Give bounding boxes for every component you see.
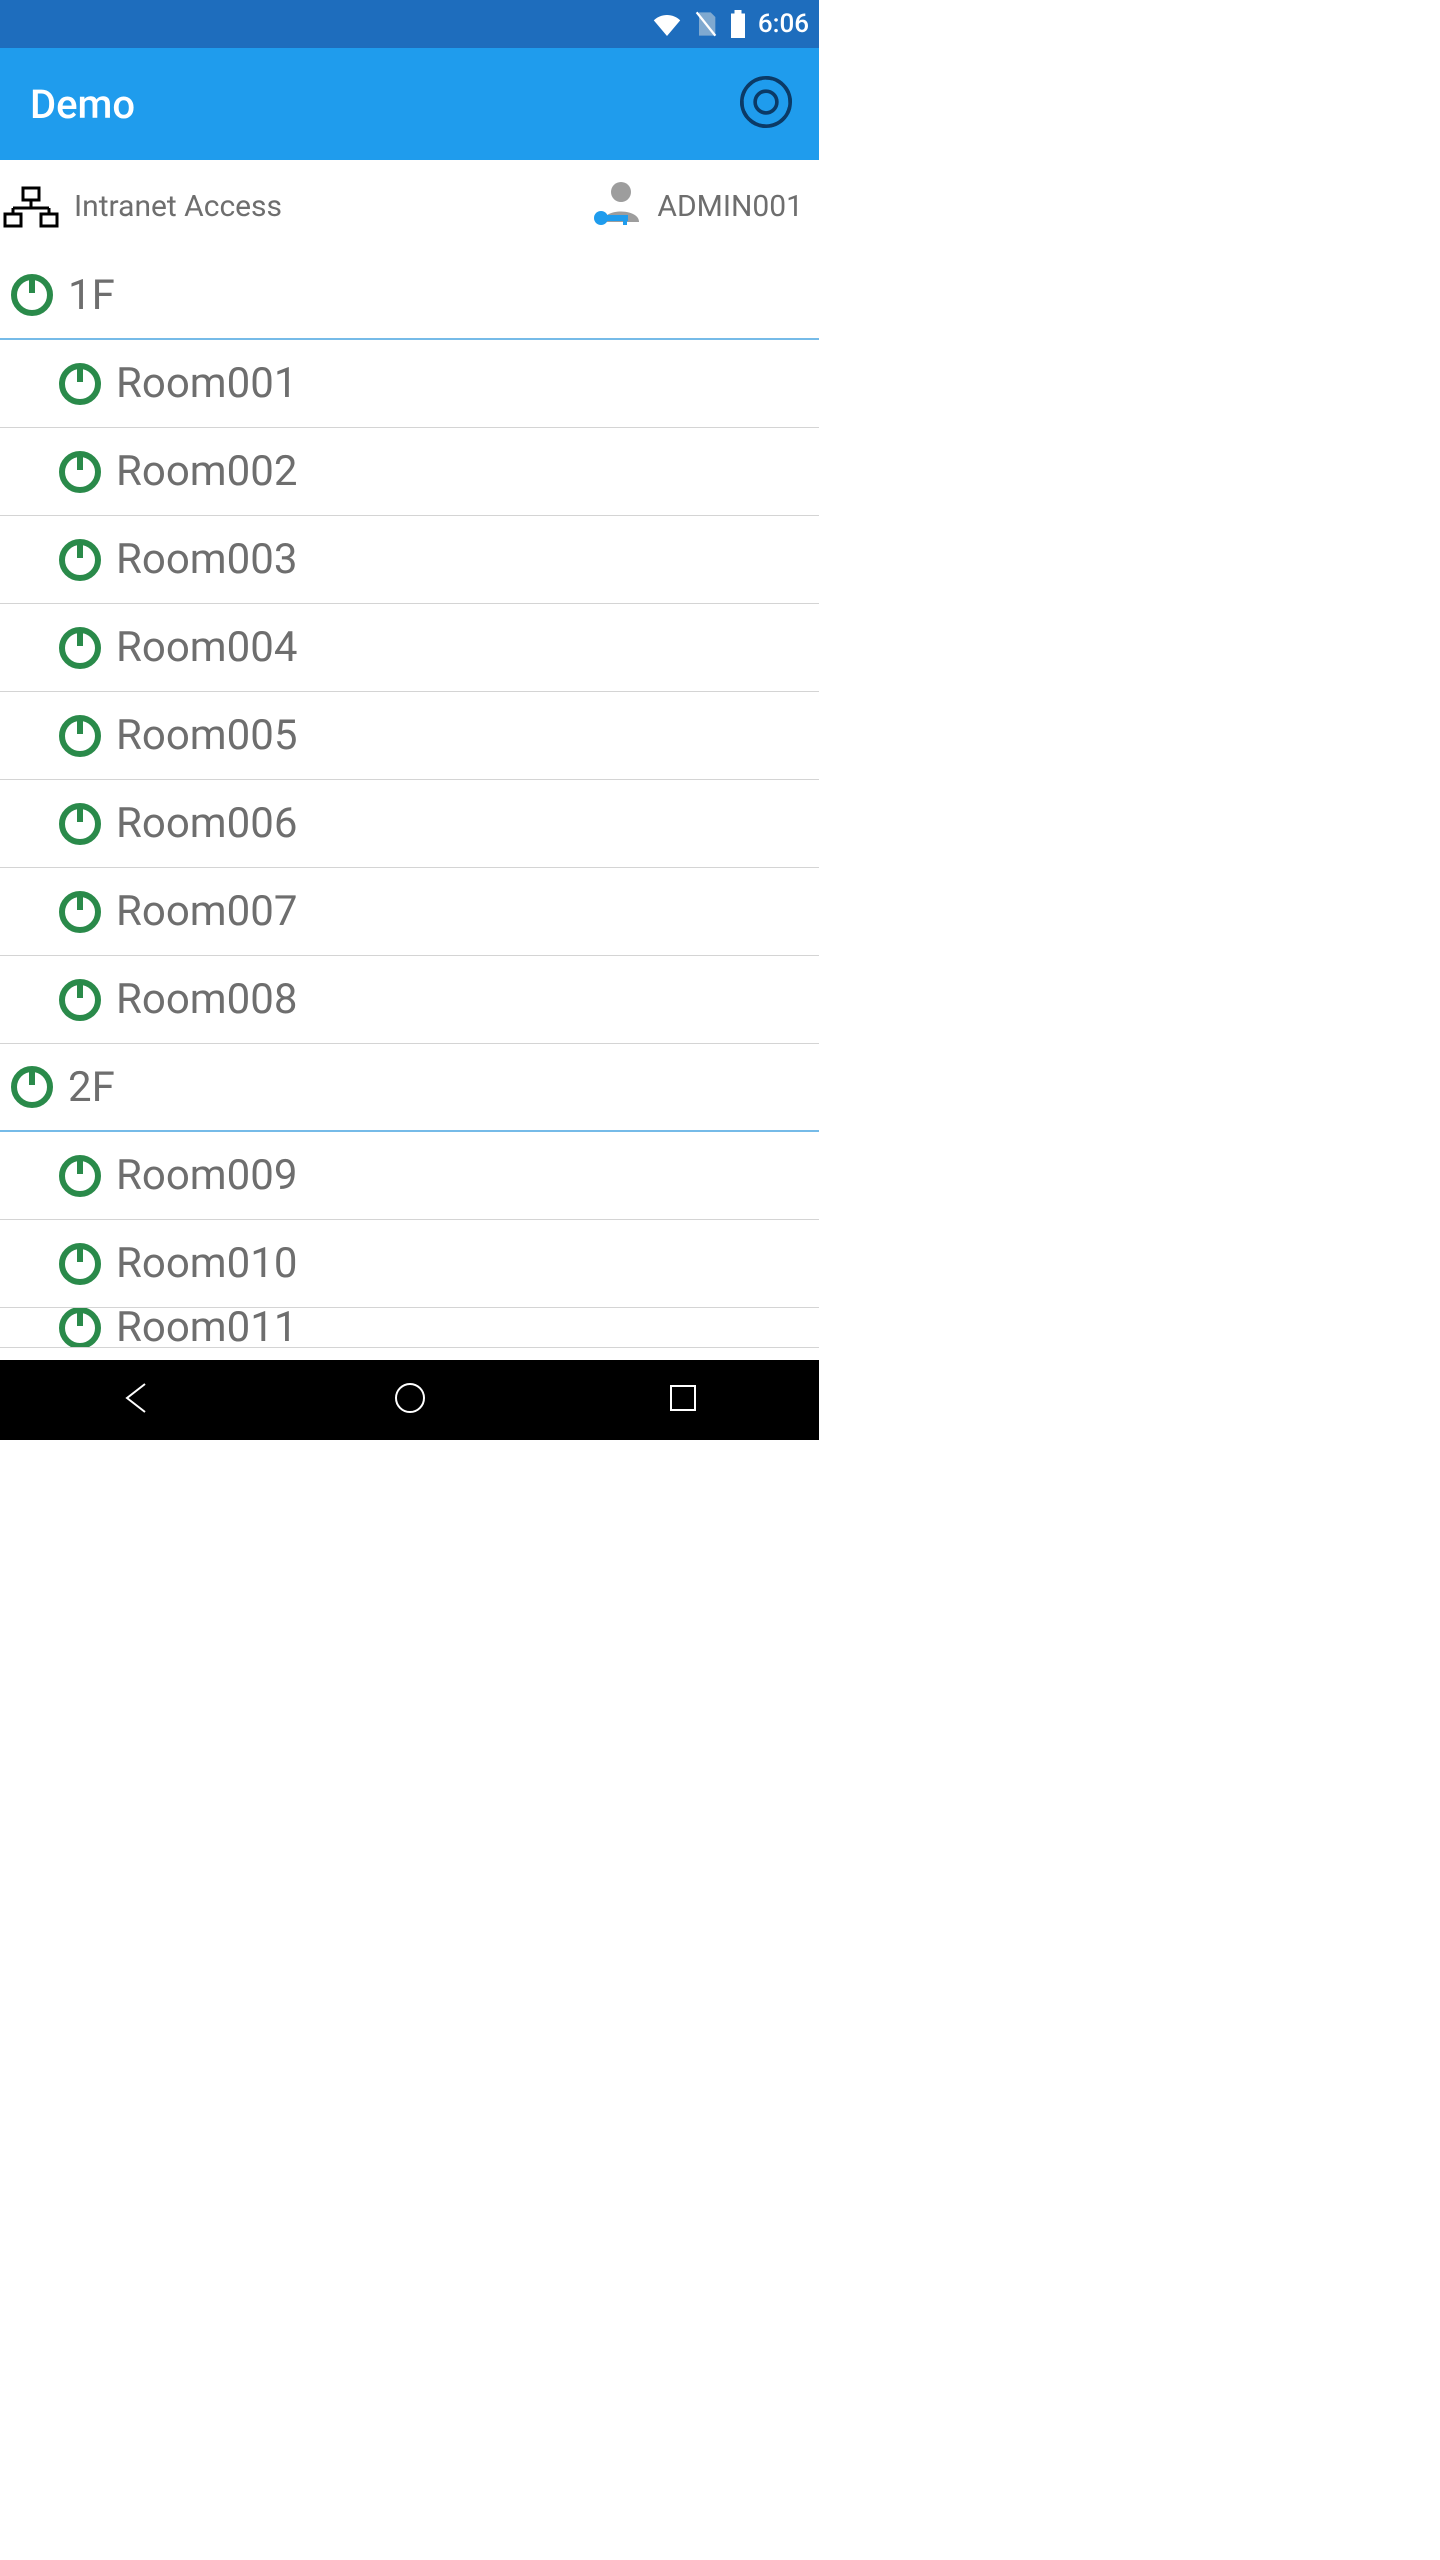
floor-row[interactable]: 1F (0, 252, 819, 340)
back-button[interactable] (77, 1370, 197, 1430)
room-list[interactable]: 1F Room001 Room002 Room003 Room004 Room0… (0, 252, 819, 1360)
room-label: Room003 (116, 535, 297, 584)
room-row[interactable]: Room002 (0, 428, 819, 516)
info-row: Intranet Access ADMIN001 (0, 160, 819, 252)
room-row[interactable]: Room008 (0, 956, 819, 1044)
power-icon (56, 1240, 104, 1288)
power-icon (56, 448, 104, 496)
status-icons: 6:06 (652, 9, 809, 39)
user-info: ADMIN001 (589, 176, 803, 236)
power-icon (56, 1308, 104, 1348)
floor-row[interactable]: 2F (0, 1044, 819, 1132)
power-icon (8, 1063, 56, 1111)
status-clock: 6:06 (758, 9, 809, 39)
power-icon (56, 888, 104, 936)
gear-icon (737, 73, 795, 135)
status-bar: 6:06 (0, 0, 819, 48)
power-icon (56, 360, 104, 408)
room-label: Room009 (116, 1151, 297, 1200)
app-bar: Demo (0, 48, 819, 160)
power-icon (56, 800, 104, 848)
back-icon (119, 1380, 155, 1420)
room-row[interactable]: Room010 (0, 1220, 819, 1308)
recents-icon (667, 1382, 699, 1418)
battery-icon (730, 10, 746, 38)
room-label: Room002 (116, 447, 297, 496)
room-label: Room006 (116, 799, 297, 848)
power-icon (8, 271, 56, 319)
power-icon (56, 976, 104, 1024)
room-label: Room010 (116, 1239, 297, 1288)
room-row[interactable]: Room007 (0, 868, 819, 956)
room-row[interactable]: Room001 (0, 340, 819, 428)
floor-label: 2F (68, 1063, 115, 1112)
room-row[interactable]: Room004 (0, 604, 819, 692)
room-label: Room005 (116, 711, 297, 760)
network-icon (0, 184, 62, 228)
nav-bar (0, 1360, 819, 1440)
room-label: Room004 (116, 623, 297, 672)
no-sim-icon (694, 10, 718, 38)
room-label: Room001 (116, 359, 297, 408)
room-row[interactable]: Room011 (0, 1308, 819, 1348)
power-icon (56, 1152, 104, 1200)
power-icon (56, 624, 104, 672)
user-label: ADMIN001 (657, 189, 803, 224)
room-row[interactable]: Room009 (0, 1132, 819, 1220)
network-label: Intranet Access (74, 189, 282, 224)
floor-label: 1F (68, 271, 115, 320)
room-row[interactable]: Room005 (0, 692, 819, 780)
recents-button[interactable] (623, 1370, 743, 1430)
room-label: Room011 (116, 1308, 297, 1348)
wifi-icon (652, 12, 682, 36)
home-button[interactable] (350, 1370, 470, 1430)
room-label: Room008 (116, 975, 297, 1024)
home-icon (392, 1380, 428, 1420)
power-icon (56, 712, 104, 760)
user-key-icon (589, 176, 645, 236)
room-row[interactable]: Room006 (0, 780, 819, 868)
app-title: Demo (30, 81, 135, 128)
settings-button[interactable] (731, 69, 801, 139)
power-icon (56, 536, 104, 584)
network-info: Intranet Access (0, 184, 282, 228)
room-label: Room007 (116, 887, 297, 936)
room-row[interactable]: Room003 (0, 516, 819, 604)
